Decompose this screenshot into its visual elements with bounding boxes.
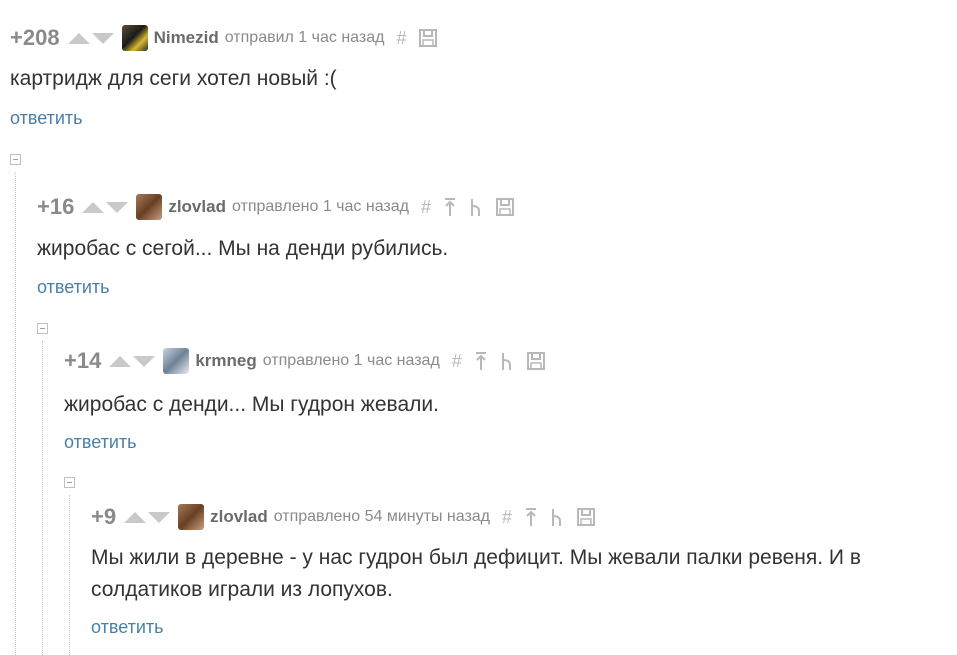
downvote-icon[interactable] xyxy=(133,355,156,367)
collapse-toggle[interactable] xyxy=(10,154,21,165)
hash-icon[interactable]: # xyxy=(502,507,512,528)
comment-header: +14 krmneg отправлено 1 час назад # xyxy=(64,347,558,375)
comment-header: +16 zlovlad отправлено 1 час назад # xyxy=(37,193,527,221)
upvote-icon[interactable] xyxy=(67,32,90,44)
hash-icon[interactable]: # xyxy=(396,28,406,49)
thread-line[interactable] xyxy=(69,495,70,655)
comment-text: жиробас с денди... Мы гудрон жевали. xyxy=(64,393,439,416)
downvote-icon[interactable] xyxy=(106,201,129,213)
downvote-icon[interactable] xyxy=(91,32,114,44)
comment-text: жиробас с сегой... Мы на денди рубились. xyxy=(37,237,449,260)
collapse-toggle[interactable] xyxy=(64,477,75,488)
author-name[interactable]: krmneg xyxy=(195,351,256,371)
vote-controls xyxy=(124,511,171,523)
upvote-icon[interactable] xyxy=(82,201,105,213)
comment-rating: +14 xyxy=(64,348,102,373)
arrow-up-parent-icon[interactable] xyxy=(443,197,457,217)
author-name[interactable]: zlovlad xyxy=(210,507,268,527)
save-icon[interactable] xyxy=(418,28,438,48)
branch-icon[interactable] xyxy=(550,507,564,527)
reply-link[interactable]: ответить xyxy=(91,617,164,638)
save-icon[interactable] xyxy=(526,351,546,371)
comment-meta: отправил 1 час назад xyxy=(224,29,385,46)
hash-icon[interactable]: # xyxy=(421,197,431,218)
avatar[interactable] xyxy=(163,348,190,374)
comment-meta: отправлено 1 час назад xyxy=(231,198,409,215)
comment-rating: +208 xyxy=(10,25,60,50)
author-name[interactable]: zlovlad xyxy=(168,197,226,217)
reply-link[interactable]: ответить xyxy=(10,108,83,129)
comment-rating: +16 xyxy=(37,194,75,219)
vote-controls xyxy=(67,32,114,44)
arrow-up-parent-icon[interactable] xyxy=(524,507,538,527)
comment-header: +208 Nimezid отправил 1 час назад # xyxy=(10,24,450,52)
vote-controls xyxy=(109,355,156,367)
collapse-toggle[interactable] xyxy=(37,323,48,334)
vote-controls xyxy=(82,201,129,213)
comment-text: Мы жили в деревне - у нас гудрон был деф… xyxy=(91,546,862,569)
hash-icon[interactable]: # xyxy=(452,351,462,372)
comment-text: картридж для сеги хотел новый :( xyxy=(10,67,337,90)
upvote-icon[interactable] xyxy=(109,355,132,367)
branch-icon[interactable] xyxy=(469,197,483,217)
thread-line[interactable] xyxy=(15,172,16,655)
comment-rating: +9 xyxy=(91,504,117,529)
arrow-up-parent-icon[interactable] xyxy=(474,351,488,371)
comment-header: +9 zlovlad отправлено 54 минуты назад # xyxy=(91,503,608,531)
avatar[interactable] xyxy=(178,504,205,530)
upvote-icon[interactable] xyxy=(124,511,147,523)
downvote-icon[interactable] xyxy=(148,511,171,523)
comment-text: солдатиков играли из лопухов. xyxy=(91,578,393,601)
comment-meta: отправлено 1 час назад xyxy=(262,352,440,369)
branch-icon[interactable] xyxy=(500,351,514,371)
thread-line[interactable] xyxy=(42,341,43,655)
save-icon[interactable] xyxy=(576,507,596,527)
reply-link[interactable]: ответить xyxy=(37,277,110,298)
author-name[interactable]: Nimezid xyxy=(154,28,219,48)
reply-link[interactable]: ответить xyxy=(64,432,137,453)
avatar[interactable] xyxy=(136,194,163,220)
comment-meta: отправлено 54 минуты назад xyxy=(273,508,491,525)
avatar[interactable] xyxy=(121,25,148,51)
save-icon[interactable] xyxy=(495,197,515,217)
